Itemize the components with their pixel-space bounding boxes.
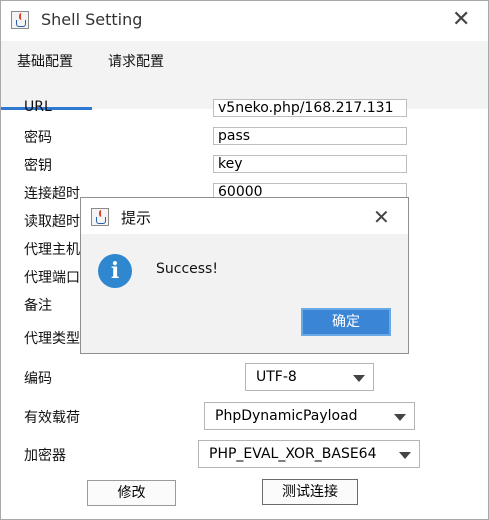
shell-setting-window: Shell Setting ✕ 基础配置 请求配置 URL 密码 密钥 连接超时… bbox=[0, 0, 489, 520]
encoding-label: 编码 bbox=[24, 371, 52, 387]
key-label: 密钥 bbox=[24, 158, 52, 174]
key-field[interactable]: key bbox=[213, 155, 407, 173]
read-timeout-label: 读取超时 bbox=[24, 214, 80, 230]
ok-button[interactable]: 确定 bbox=[301, 308, 391, 336]
tab-basic-config[interactable]: 基础配置 bbox=[17, 51, 73, 71]
proxy-host-label: 代理主机 bbox=[24, 242, 80, 258]
title-bar: Shell Setting ✕ bbox=[1, 1, 488, 39]
dialog-title: 提示 bbox=[121, 209, 152, 227]
window-title: Shell Setting bbox=[41, 10, 143, 29]
java-app-icon bbox=[11, 11, 29, 29]
chevron-down-icon bbox=[399, 452, 411, 459]
tab-request-config[interactable]: 请求配置 bbox=[108, 51, 164, 71]
encoding-select[interactable]: UTF-8 bbox=[245, 363, 374, 391]
payload-select[interactable]: PhpDynamicPayload bbox=[204, 402, 415, 430]
url-label: URL bbox=[24, 99, 52, 115]
url-field[interactable]: 168.217.131/v5neko.php bbox=[213, 99, 407, 117]
remark-label: 备注 bbox=[24, 298, 52, 314]
dialog-title-bar: 提示 ✕ bbox=[81, 198, 408, 234]
payload-select-value: PhpDynamicPayload bbox=[215, 408, 358, 424]
java-app-icon bbox=[91, 208, 109, 226]
password-label: 密码 bbox=[24, 130, 52, 146]
modify-button[interactable]: 修改 bbox=[87, 480, 176, 506]
cryptor-label: 加密器 bbox=[24, 448, 66, 464]
cryptor-select-value: PHP_EVAL_XOR_BASE64 bbox=[209, 446, 377, 462]
encoding-select-value: UTF-8 bbox=[256, 369, 297, 385]
proxy-type-label: 代理类型 bbox=[24, 331, 80, 347]
chevron-down-icon bbox=[394, 414, 406, 421]
close-icon[interactable]: ✕ bbox=[452, 9, 470, 31]
info-icon: i bbox=[98, 254, 132, 288]
password-field[interactable]: pass bbox=[213, 127, 407, 145]
payload-label: 有效载荷 bbox=[24, 410, 80, 426]
message-dialog: 提示 ✕ i Success! 确定 bbox=[80, 197, 409, 354]
close-icon[interactable]: ✕ bbox=[373, 206, 390, 228]
chevron-down-icon bbox=[353, 375, 365, 382]
dialog-message: Success! bbox=[156, 261, 218, 277]
test-connection-button[interactable]: 测试连接 bbox=[262, 479, 358, 505]
cryptor-select[interactable]: PHP_EVAL_XOR_BASE64 bbox=[198, 440, 420, 468]
connect-timeout-label: 连接超时 bbox=[24, 186, 80, 202]
proxy-port-label: 代理端口 bbox=[24, 270, 80, 286]
